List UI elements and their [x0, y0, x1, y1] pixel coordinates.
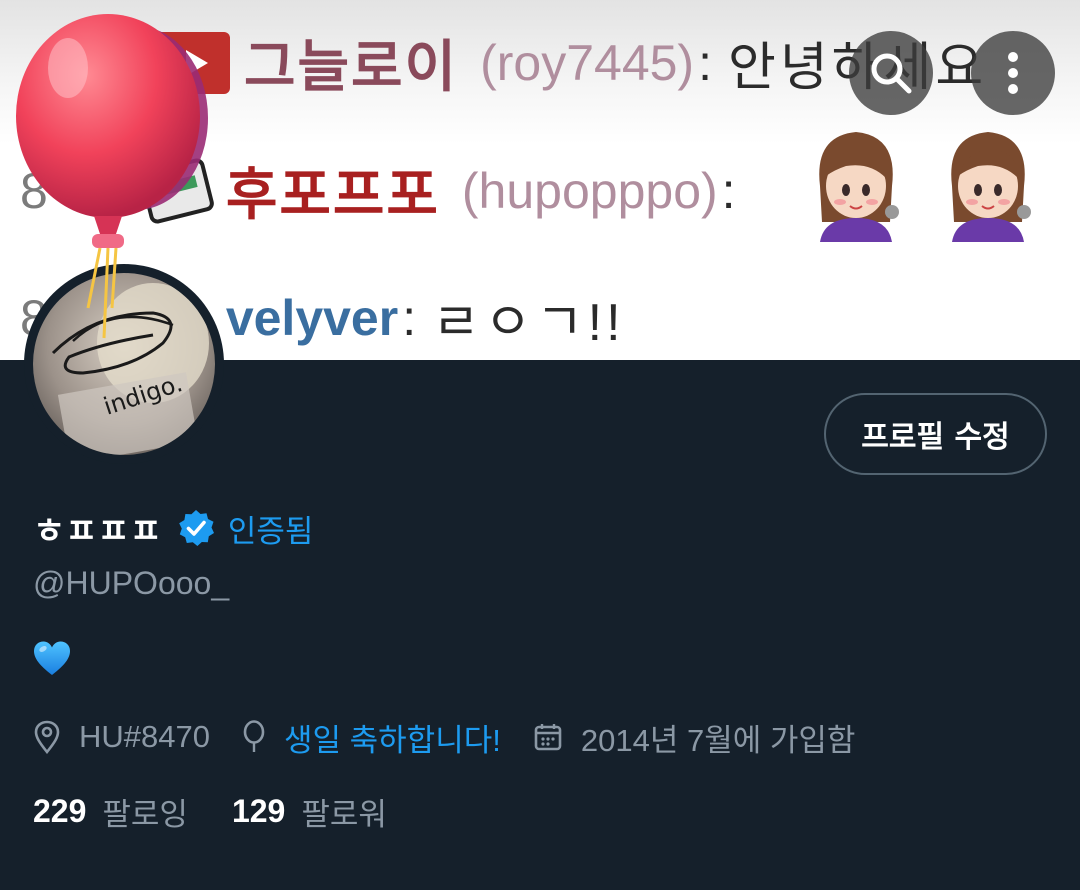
verified-label[interactable]: 인증됨 [228, 506, 314, 551]
birthday-balloon-icon [16, 14, 208, 339]
search-icon [871, 53, 912, 94]
birthday-item[interactable]: 생일 축하합니다! [242, 715, 501, 760]
calendar-icon [534, 724, 562, 751]
edit-profile-button[interactable]: 프로필 수정 [824, 393, 1047, 475]
verified-badge-icon[interactable] [176, 508, 216, 548]
banner-colon-1: : [698, 34, 712, 91]
following-count: 229 [33, 792, 87, 829]
search-button[interactable] [849, 31, 933, 115]
more-options-button[interactable] [971, 31, 1055, 115]
follow-stats-row: 229 팔로잉 129 팔로워 [33, 786, 431, 836]
banner-message-3: ㄹㅇㄱ!! [432, 294, 625, 352]
followers-link[interactable]: 129 팔로워 [232, 789, 387, 834]
girl-sticker-icon [819, 132, 899, 242]
banner-nickname-1: 그늘로이 [244, 35, 459, 98]
joined-text: 2014년 7월에 가입함 [580, 722, 856, 758]
more-vertical-icon [1008, 52, 1018, 94]
blue-heart-emoji-icon [34, 641, 70, 675]
followers-label: 팔로워 [301, 796, 387, 833]
banner-handle-1: (roy7445) [480, 34, 695, 91]
banner-handle-2: (hupopppo) [461, 162, 718, 219]
joined-item: 2014년 7월에 가입함 [533, 715, 856, 760]
girl-sticker-icon [951, 132, 1031, 242]
following-link[interactable]: 229 팔로잉 [33, 789, 188, 834]
location-text: HU#8470 [79, 719, 210, 754]
followers-count: 129 [231, 792, 286, 829]
banner-nickname-3: velyver [225, 289, 399, 346]
location-pin-icon [34, 720, 60, 754]
location-item: HU#8470 [33, 719, 210, 755]
profile-name-row: ㅎㅍㅍㅍ 인증됨 [33, 500, 313, 556]
banner-colon-3: : [402, 289, 417, 346]
balloon-icon [243, 720, 265, 752]
profile-meta-row: HU#8470 생일 축하합니다! 2014년 7월에 가입함 [33, 712, 887, 762]
banner-colon-2: : [721, 162, 736, 219]
profile-handle: @HUPOooo_ [33, 565, 230, 601]
birthday-link[interactable]: 생일 축하합니다! [284, 715, 501, 760]
banner-nickname-2: 후포프포 [225, 163, 440, 226]
display-name: ㅎㅍㅍㅍ [33, 511, 162, 552]
following-label: 팔로잉 [102, 796, 188, 833]
